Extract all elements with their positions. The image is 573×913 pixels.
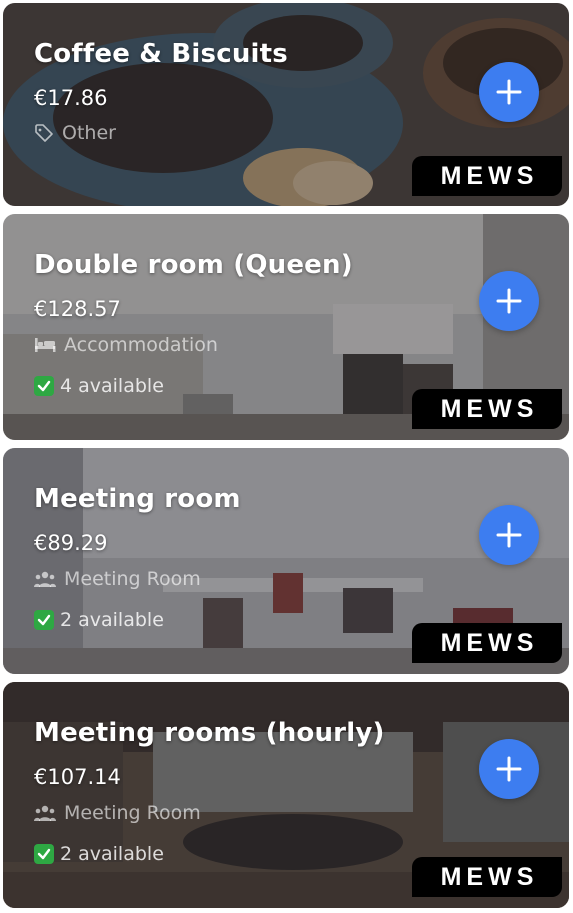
checkmark-icon xyxy=(34,376,54,396)
product-category: Other xyxy=(34,122,116,144)
product-title: Meeting rooms (hourly) xyxy=(34,718,385,748)
product-list: Coffee & Biscuits €17.86 Other MEWS Doub… xyxy=(0,0,573,913)
add-button[interactable] xyxy=(479,505,539,565)
mews-logo: MEWS xyxy=(412,389,562,429)
product-card[interactable]: Meeting room €89.29 Meeting Room 2 avail… xyxy=(3,448,569,674)
add-button[interactable] xyxy=(479,62,539,122)
product-price: €128.57 xyxy=(34,297,121,321)
mews-logo: MEWS xyxy=(412,623,562,663)
category-label: Accommodation xyxy=(64,334,218,356)
checkmark-icon xyxy=(34,610,54,630)
checkmark-icon xyxy=(34,844,54,864)
add-button[interactable] xyxy=(479,271,539,331)
mews-logo: MEWS xyxy=(412,156,562,196)
category-label: Meeting Room xyxy=(64,802,201,824)
availability: 2 available xyxy=(34,609,164,631)
plus-icon xyxy=(496,79,522,105)
product-title: Coffee & Biscuits xyxy=(34,39,288,69)
tag-icon xyxy=(35,124,53,142)
product-title: Meeting room xyxy=(34,484,241,514)
plus-icon xyxy=(496,522,522,548)
people-icon xyxy=(34,571,56,587)
plus-icon xyxy=(496,288,522,314)
product-card[interactable]: Double room (Queen) €128.57 Accommodatio… xyxy=(3,214,569,440)
availability-label: 2 available xyxy=(60,843,164,865)
category-label: Other xyxy=(62,122,116,144)
availability-label: 4 available xyxy=(60,375,164,397)
people-icon xyxy=(34,805,56,821)
category-label: Meeting Room xyxy=(64,568,201,590)
product-card[interactable]: Meeting rooms (hourly) €107.14 Meeting R… xyxy=(3,682,569,908)
product-category: Meeting Room xyxy=(34,568,201,590)
mews-logo: MEWS xyxy=(412,857,562,897)
product-price: €107.14 xyxy=(34,765,121,789)
add-button[interactable] xyxy=(479,739,539,799)
availability: 4 available xyxy=(34,375,164,397)
product-price: €17.86 xyxy=(34,86,108,110)
bed-icon xyxy=(35,338,56,352)
plus-icon xyxy=(496,756,522,782)
product-card[interactable]: Coffee & Biscuits €17.86 Other MEWS xyxy=(3,3,569,206)
availability: 2 available xyxy=(34,843,164,865)
product-title: Double room (Queen) xyxy=(34,250,353,280)
product-price: €89.29 xyxy=(34,531,108,555)
product-category: Accommodation xyxy=(34,334,218,356)
availability-label: 2 available xyxy=(60,609,164,631)
product-category: Meeting Room xyxy=(34,802,201,824)
